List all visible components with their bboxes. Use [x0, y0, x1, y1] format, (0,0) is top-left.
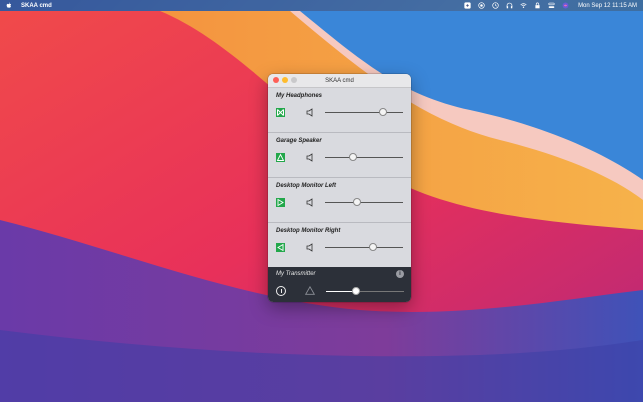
warning-triangle-icon [305, 286, 315, 295]
volume-slider-knob[interactable] [379, 108, 387, 116]
lock-icon[interactable] [534, 2, 541, 9]
device-name: Garage Speaker [276, 138, 322, 144]
record-icon[interactable] [478, 2, 485, 9]
speaker-device-icon[interactable] [276, 153, 285, 162]
device-name: Desktop Monitor Left [276, 183, 336, 189]
close-window-button[interactable] [273, 77, 279, 83]
headphones-device-icon[interactable] [276, 108, 285, 117]
control-center-icon[interactable] [548, 2, 555, 9]
minimize-window-button[interactable] [282, 77, 288, 83]
menu-bar: SKAA cmd Mon Sep 12 11:15 AM [0, 0, 643, 11]
level-slider-knob[interactable] [352, 287, 360, 295]
siri-icon[interactable] [562, 2, 569, 9]
headphones-icon[interactable] [506, 2, 513, 9]
power-button[interactable] [276, 286, 286, 296]
transmitter-panel: My Transmitter i [268, 267, 411, 302]
window-controls [273, 77, 297, 83]
device-name: My Headphones [276, 93, 323, 99]
skaa-icon[interactable] [464, 2, 471, 9]
monitor-left-device-icon[interactable] [276, 198, 285, 207]
device-volume-slider[interactable] [325, 153, 403, 161]
window-title: SKAA cmd [325, 77, 354, 84]
device-panel-desktop-monitor-left: Desktop Monitor Left [268, 178, 411, 223]
monitor-right-device-icon[interactable] [276, 243, 285, 252]
volume-slider-knob[interactable] [349, 153, 357, 161]
transmitter-level-slider[interactable] [326, 287, 404, 295]
speaker-volume-icon[interactable] [306, 108, 315, 117]
device-volume-slider[interactable] [325, 108, 403, 116]
speaker-volume-icon[interactable] [306, 198, 315, 207]
device-volume-slider[interactable] [325, 243, 403, 251]
transmitter-name: My Transmitter [276, 271, 316, 277]
device-panel-my-headphones: My Headphones [268, 88, 411, 133]
zoom-window-button[interactable] [291, 77, 297, 83]
skaa-cmd-window: SKAA cmd My Headphones Garage Speaker De… [268, 74, 411, 302]
device-volume-slider[interactable] [325, 198, 403, 206]
device-panel-desktop-monitor-right: Desktop Monitor Right [268, 223, 411, 268]
menu-app-name[interactable]: SKAA cmd [21, 3, 52, 9]
time-machine-icon[interactable] [492, 2, 499, 9]
speaker-volume-icon[interactable] [306, 243, 315, 252]
device-name: Desktop Monitor Right [276, 228, 341, 234]
volume-slider-knob[interactable] [369, 243, 377, 251]
speaker-volume-icon[interactable] [306, 153, 315, 162]
menu-status-area: Mon Sep 12 11:15 AM [464, 0, 637, 11]
device-panel-garage-speaker: Garage Speaker [268, 133, 411, 178]
wifi-icon[interactable] [520, 2, 527, 9]
info-icon[interactable]: i [396, 270, 404, 278]
menu-clock[interactable]: Mon Sep 12 11:15 AM [578, 3, 637, 9]
apple-menu-icon[interactable] [6, 2, 12, 9]
window-titlebar[interactable]: SKAA cmd [268, 74, 411, 88]
volume-slider-knob[interactable] [353, 198, 361, 206]
